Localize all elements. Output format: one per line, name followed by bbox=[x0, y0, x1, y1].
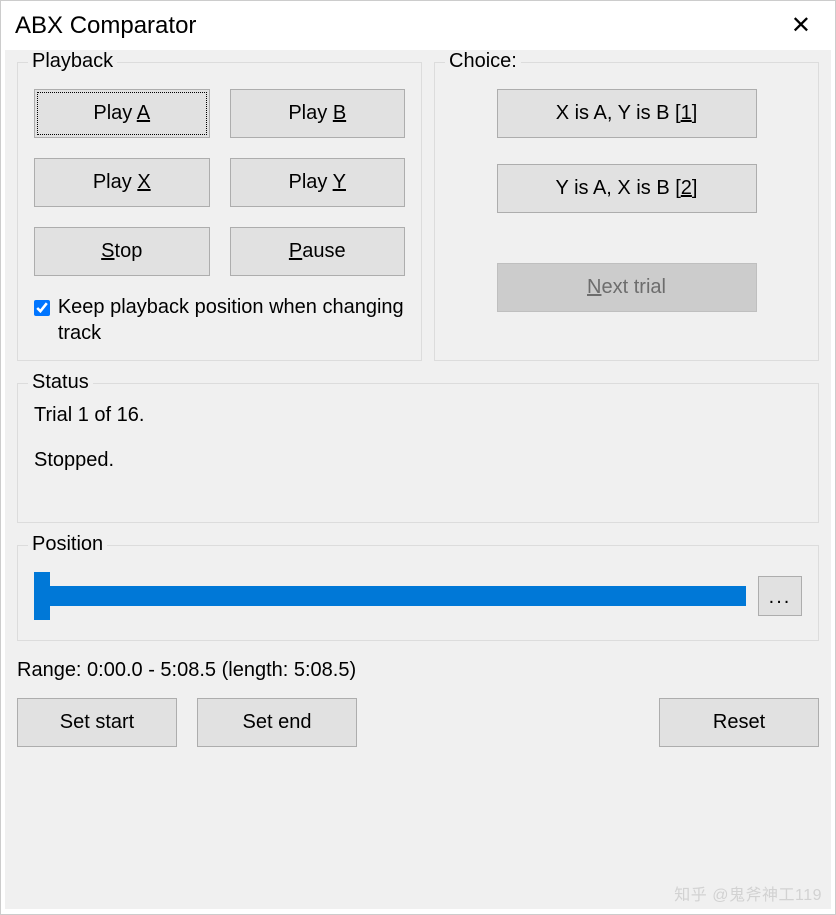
window-title: ABX Comparator bbox=[15, 12, 196, 40]
playback-legend: Playback bbox=[28, 50, 117, 73]
status-group: Status Trial 1 of 16. Stopped. bbox=[17, 383, 819, 523]
keep-position-checkbox[interactable] bbox=[34, 299, 50, 317]
next-trial-button: Next trial bbox=[497, 263, 757, 312]
choice-legend: Choice: bbox=[445, 50, 521, 73]
range-label: Range: 0:00.0 - 5:08.5 (length: 5:08.5) bbox=[17, 659, 819, 682]
pause-button[interactable]: Pause bbox=[230, 227, 406, 276]
reset-button[interactable]: Reset bbox=[659, 698, 819, 747]
play-x-button[interactable]: Play X bbox=[34, 158, 210, 207]
set-end-button[interactable]: Set end bbox=[197, 698, 357, 747]
play-y-button[interactable]: Play Y bbox=[230, 158, 406, 207]
set-start-button[interactable]: Set start bbox=[17, 698, 177, 747]
play-b-button[interactable]: Play B bbox=[230, 89, 406, 138]
position-legend: Position bbox=[28, 533, 107, 556]
position-more-button[interactable]: ... bbox=[758, 576, 802, 616]
position-slider[interactable] bbox=[34, 572, 746, 620]
playback-group: Playback Play A Play B Play X Play Y Sto… bbox=[17, 62, 422, 361]
choice-group: Choice: X is A, Y is B [1] Y is A, X is … bbox=[434, 62, 819, 361]
choice-xisa-button[interactable]: X is A, Y is B [1] bbox=[497, 89, 757, 138]
play-a-button[interactable]: Play A bbox=[34, 89, 210, 138]
close-icon[interactable]: ✕ bbox=[785, 11, 817, 40]
stop-button[interactable]: Stop bbox=[34, 227, 210, 276]
status-legend: Status bbox=[28, 371, 93, 394]
status-state: Stopped. bbox=[34, 449, 802, 472]
keep-position-label[interactable]: Keep playback position when changing tra… bbox=[58, 294, 405, 346]
position-group: Position ... bbox=[17, 545, 819, 641]
status-trial: Trial 1 of 16. bbox=[34, 404, 802, 427]
choice-yisa-button[interactable]: Y is A, X is B [2] bbox=[497, 164, 757, 213]
